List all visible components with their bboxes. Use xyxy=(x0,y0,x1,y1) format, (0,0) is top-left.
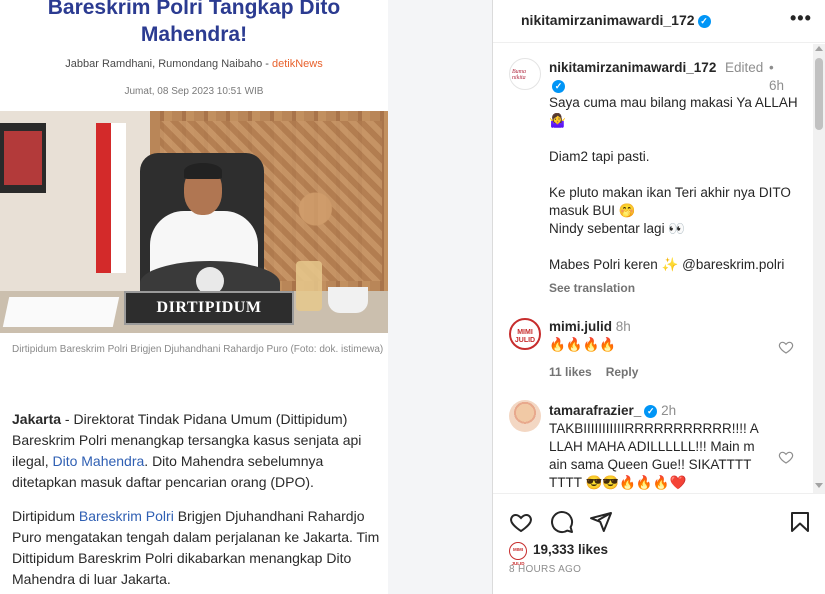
likes-count[interactable]: 19,333 likes xyxy=(533,542,608,557)
comment-time: 2h xyxy=(661,403,677,418)
username-text: nikitamirzanimawardi_172 xyxy=(521,12,695,28)
owner-avatar[interactable]: Buma nikita xyxy=(509,58,541,90)
separator: • xyxy=(769,60,774,75)
verified-badge-icon: ✓ xyxy=(552,80,565,93)
owner-comment-header: nikitamirzanimawardi_172 ✓ xyxy=(549,59,724,95)
owner-comment-line: Diam2 tapi pasti. xyxy=(549,149,650,164)
paragraph-text: Dirtipidum xyxy=(12,508,79,524)
owner-comment-line: Ke pluto makan ikan Teri akhir nya DITO … xyxy=(549,185,791,218)
photo-nameplate: DIRTIPIDUM xyxy=(124,291,294,325)
scroll-up-arrow-icon[interactable] xyxy=(815,46,823,51)
article-headline: Bareskrim Polri Tangkap Dito Mahendra! xyxy=(47,0,341,46)
byline-source: detikNews xyxy=(271,58,323,70)
comment-header: tamarafrazier_ ✓ 2h xyxy=(549,402,676,420)
comment-text: TAKBIIIIIIIIIIIRRRRRRRRRRR!!!! ALLAH MAH… xyxy=(549,421,759,490)
avatar-text: MIMI JULID xyxy=(514,329,536,344)
scroll-down-arrow-icon[interactable] xyxy=(815,483,823,488)
commenter-avatar[interactable] xyxy=(509,400,541,432)
like-heart-icon[interactable] xyxy=(509,510,533,534)
owner-username[interactable]: nikitamirzanimawardi_172 xyxy=(549,60,716,75)
commenter-username[interactable]: mimi.julid xyxy=(549,319,612,334)
see-translation-link[interactable]: See translation xyxy=(549,281,635,295)
share-paper-plane-icon[interactable] xyxy=(589,510,613,534)
commenter-username[interactable]: tamarafrazier_ xyxy=(549,403,641,418)
header-username[interactable]: nikitamirzanimawardi_172 ✓ xyxy=(521,12,711,28)
more-options-icon[interactable]: ••• xyxy=(790,8,812,29)
time-text: 6h xyxy=(769,78,785,93)
link-dito-mahendra: Dito Mahendra xyxy=(52,453,145,469)
news-article: Bareskrim Polri Tangkap Dito Mahendra! J… xyxy=(0,0,388,594)
comment-bubble-icon[interactable] xyxy=(550,510,574,534)
dateline-city: Jakarta xyxy=(12,411,62,427)
likes-avatar: MIMI JULID xyxy=(509,542,527,566)
owner-comment-text: Saya cuma mau bilang makasi Ya ALLAH 🤷‍♀… xyxy=(549,94,809,130)
article-photo: DIRTIPIDUM xyxy=(0,111,388,333)
verified-badge-icon: ✓ xyxy=(644,405,658,418)
image-letterbox xyxy=(388,0,492,594)
post-timestamp[interactable]: 8 HOURS AGO xyxy=(509,564,581,575)
comment-text: 🔥🔥🔥🔥 xyxy=(549,337,617,352)
article-paragraph-1: Jakarta - Direktorat Tindak Pidana Umum … xyxy=(12,409,384,493)
comment-meta: 11 likes Reply xyxy=(549,365,652,379)
photo-tv-screen xyxy=(4,131,42,185)
owner-comment-line: Nindy sebentar lagi 👀 xyxy=(549,221,686,236)
owner-comment-line: Mabes Polri keren ✨ @bareskrim.polri xyxy=(549,257,785,272)
post-image: Bareskrim Polri Tangkap Dito Mahendra! J… xyxy=(0,0,492,594)
comment-header: mimi.julid 8h xyxy=(549,318,631,336)
avatar-text: Buma nikita xyxy=(512,69,526,81)
scrollbar-thumb[interactable] xyxy=(815,58,823,130)
commenter-avatar[interactable]: MIMI JULID xyxy=(509,318,541,350)
comment-time: 8h xyxy=(615,319,631,334)
comment-line: Saya cuma mau bilang makasi Ya ALLAH 🤷‍♀… xyxy=(549,95,798,128)
verified-badge-icon: ✓ xyxy=(697,15,711,28)
article-byline: Jabbar Ramdhani, Rumondang Naibaho - det… xyxy=(0,58,388,70)
owner-comment-time: • 6h xyxy=(769,59,789,95)
article-date: Jumat, 08 Sep 2023 10:51 WIB xyxy=(124,86,264,97)
comment-likes[interactable]: 11 likes xyxy=(549,365,592,379)
photo-papers xyxy=(2,297,120,327)
like-comment-heart-icon[interactable] xyxy=(778,449,794,465)
article-paragraph-2: Dirtipidum Bareskrim Polri Brigjen Djuha… xyxy=(12,506,384,590)
comments-list[interactable]: Buma nikita nikitamirzanimawardi_172 ✓ Ed… xyxy=(493,44,813,493)
photo-flag xyxy=(96,123,126,273)
photo-caption: Dirtipidum Bareskrim Polri Brigjen Djuha… xyxy=(12,344,384,355)
edited-label: Edited xyxy=(725,60,764,75)
photo-person-hair xyxy=(184,163,222,179)
comments-panel: nikitamirzanimawardi_172 ✓ ••• Buma nikit… xyxy=(492,0,825,594)
like-comment-heart-icon[interactable] xyxy=(778,339,794,355)
reply-button[interactable]: Reply xyxy=(606,365,639,379)
save-bookmark-icon[interactable] xyxy=(788,510,812,534)
photo-glass xyxy=(296,261,322,311)
photo-cup xyxy=(328,287,368,313)
byline-authors: Jabbar Ramdhani, Rumondang Naibaho - xyxy=(65,58,272,70)
link-bareskrim-polri: Bareskrim Polri xyxy=(78,508,174,524)
post-header: nikitamirzanimawardi_172 ✓ ••• xyxy=(493,0,825,43)
